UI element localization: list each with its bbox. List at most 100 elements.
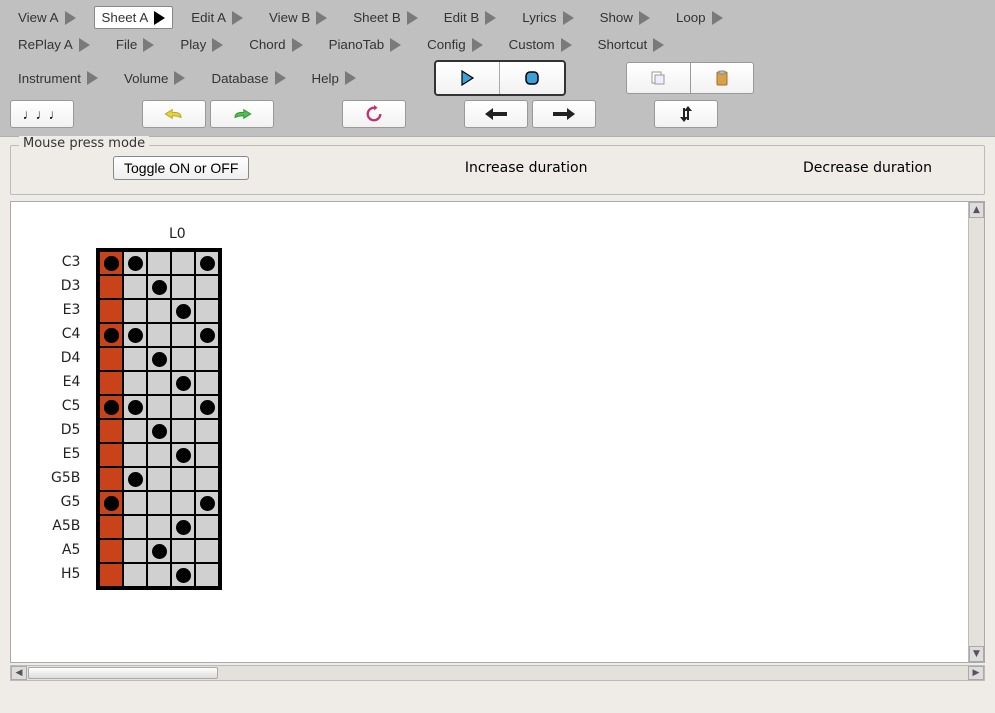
scroll-down-button[interactable]: ▼: [969, 646, 984, 662]
cell-C5-4[interactable]: [195, 395, 219, 419]
cell-E4-2[interactable]: [147, 371, 171, 395]
cell-C4-1[interactable]: [123, 323, 147, 347]
menu-lyrics[interactable]: Lyrics: [514, 6, 581, 29]
note-cells[interactable]: [96, 248, 222, 590]
cell-C5-3[interactable]: [171, 395, 195, 419]
cell-C4-0[interactable]: [99, 323, 123, 347]
cell-E3-0[interactable]: [99, 299, 123, 323]
cell-C3-3[interactable]: [171, 251, 195, 275]
cell-E4-4[interactable]: [195, 371, 219, 395]
cell-G5B-4[interactable]: [195, 467, 219, 491]
cell-E5-3[interactable]: [171, 443, 195, 467]
cell-E5-4[interactable]: [195, 443, 219, 467]
menu-show[interactable]: Show: [592, 6, 658, 29]
cell-A5B-2[interactable]: [147, 515, 171, 539]
scroll-up-button[interactable]: ▲: [969, 202, 984, 218]
undo-button[interactable]: [142, 100, 206, 128]
vertical-scrollbar[interactable]: ▲ ▼: [968, 202, 984, 662]
menu-play[interactable]: Play: [172, 33, 231, 56]
cell-C3-0[interactable]: [99, 251, 123, 275]
cell-A5-1[interactable]: [123, 539, 147, 563]
cell-H5-1[interactable]: [123, 563, 147, 587]
menu-custom[interactable]: Custom: [501, 33, 580, 56]
cell-C4-2[interactable]: [147, 323, 171, 347]
cell-A5-2[interactable]: [147, 539, 171, 563]
cell-E4-3[interactable]: [171, 371, 195, 395]
cell-D5-2[interactable]: [147, 419, 171, 443]
cell-G5B-3[interactable]: [171, 467, 195, 491]
cell-D4-0[interactable]: [99, 347, 123, 371]
scrollbar-thumb[interactable]: [28, 667, 218, 679]
paste-button[interactable]: [690, 62, 754, 94]
cell-E4-1[interactable]: [123, 371, 147, 395]
cell-A5B-4[interactable]: [195, 515, 219, 539]
cell-H5-2[interactable]: [147, 563, 171, 587]
cell-E4-0[interactable]: [99, 371, 123, 395]
stop-button[interactable]: [500, 62, 564, 94]
cell-D4-2[interactable]: [147, 347, 171, 371]
cell-C5-0[interactable]: [99, 395, 123, 419]
menu-view-a[interactable]: View A: [10, 6, 84, 29]
horizontal-scrollbar[interactable]: ◀ ▶: [10, 665, 985, 681]
cell-G5-1[interactable]: [123, 491, 147, 515]
menu-replay-a[interactable]: RePlay A: [10, 33, 98, 56]
increase-duration-label[interactable]: Increase duration: [465, 160, 588, 176]
cell-C4-4[interactable]: [195, 323, 219, 347]
scroll-right-button[interactable]: ▶: [968, 666, 984, 680]
menu-sheet-b[interactable]: Sheet B: [345, 6, 425, 29]
menu-config[interactable]: Config: [419, 33, 491, 56]
cell-E3-2[interactable]: [147, 299, 171, 323]
menu-database[interactable]: Database: [203, 67, 293, 90]
next-button[interactable]: [532, 100, 596, 128]
cell-C3-2[interactable]: [147, 251, 171, 275]
cell-G5B-0[interactable]: [99, 467, 123, 491]
redo-button[interactable]: [210, 100, 274, 128]
refresh-button[interactable]: [342, 100, 406, 128]
cell-E5-1[interactable]: [123, 443, 147, 467]
cell-A5-4[interactable]: [195, 539, 219, 563]
cell-A5-0[interactable]: [99, 539, 123, 563]
cell-C5-2[interactable]: [147, 395, 171, 419]
cell-C3-4[interactable]: [195, 251, 219, 275]
cell-D3-2[interactable]: [147, 275, 171, 299]
menu-chord[interactable]: Chord: [241, 33, 310, 56]
play-button[interactable]: [436, 62, 500, 94]
cell-D4-4[interactable]: [195, 347, 219, 371]
cell-E5-2[interactable]: [147, 443, 171, 467]
cell-E3-3[interactable]: [171, 299, 195, 323]
menu-sheet-a[interactable]: Sheet A: [94, 6, 174, 29]
toggle-button[interactable]: Toggle ON or OFF: [113, 156, 249, 180]
cell-C4-3[interactable]: [171, 323, 195, 347]
menu-shortcut[interactable]: Shortcut: [590, 33, 673, 56]
prev-button[interactable]: [464, 100, 528, 128]
cell-A5B-0[interactable]: [99, 515, 123, 539]
menu-edit-a[interactable]: Edit A: [183, 6, 251, 29]
menu-volume[interactable]: Volume: [116, 67, 193, 90]
menu-edit-b[interactable]: Edit B: [436, 6, 505, 29]
menu-file[interactable]: File: [108, 33, 162, 56]
cell-G5B-1[interactable]: [123, 467, 147, 491]
cell-D3-1[interactable]: [123, 275, 147, 299]
cell-E3-4[interactable]: [195, 299, 219, 323]
cell-A5-3[interactable]: [171, 539, 195, 563]
cell-A5B-1[interactable]: [123, 515, 147, 539]
cell-G5-0[interactable]: [99, 491, 123, 515]
cell-D3-0[interactable]: [99, 275, 123, 299]
cell-G5-4[interactable]: [195, 491, 219, 515]
cell-D3-4[interactable]: [195, 275, 219, 299]
scroll-left-button[interactable]: ◀: [11, 666, 27, 680]
copy-button[interactable]: [626, 62, 690, 94]
cell-A5B-3[interactable]: [171, 515, 195, 539]
cell-D5-0[interactable]: [99, 419, 123, 443]
menu-view-b[interactable]: View B: [261, 6, 335, 29]
cell-D4-3[interactable]: [171, 347, 195, 371]
cell-C3-1[interactable]: [123, 251, 147, 275]
menu-help[interactable]: Help: [304, 67, 364, 90]
notes-button[interactable]: [10, 100, 74, 128]
cell-G5-3[interactable]: [171, 491, 195, 515]
menu-loop[interactable]: Loop: [668, 6, 731, 29]
cell-H5-0[interactable]: [99, 563, 123, 587]
cell-G5-2[interactable]: [147, 491, 171, 515]
cell-D5-3[interactable]: [171, 419, 195, 443]
cell-D3-3[interactable]: [171, 275, 195, 299]
